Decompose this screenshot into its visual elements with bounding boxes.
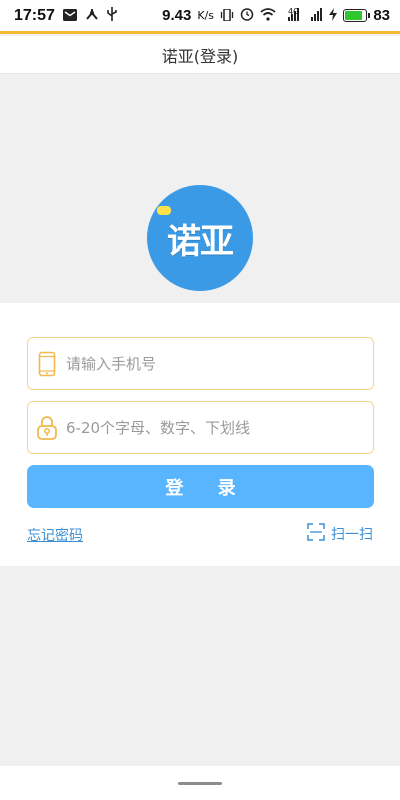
scan-label: 扫一扫 xyxy=(331,527,373,543)
login-form: 登 录 忘记密码 扫一扫 xyxy=(0,303,400,566)
app-logo: 诺亚 xyxy=(147,185,253,291)
status-right: 9.43 K/s 4G 83 xyxy=(162,7,390,25)
battery-level: 83 xyxy=(373,7,390,24)
password-input[interactable] xyxy=(66,402,356,453)
logo-badge xyxy=(157,206,171,215)
status-left: 17:57 xyxy=(14,6,117,25)
logo-area: 诺亚 xyxy=(0,75,400,303)
home-indicator[interactable] xyxy=(178,782,222,785)
page-title: 诺亚(登录) xyxy=(161,46,239,66)
share-icon xyxy=(85,7,99,25)
title-bar: 诺亚(登录) xyxy=(0,36,400,74)
signal-4g-icon-2 xyxy=(305,7,323,25)
net-speed: 9.43 xyxy=(162,7,192,24)
password-field[interactable] xyxy=(27,401,374,454)
login-button[interactable]: 登 录 xyxy=(27,465,374,508)
wifi-icon xyxy=(260,7,276,25)
usb-icon xyxy=(107,6,117,25)
status-bar: 17:57 9.43 K/s 4G 83 xyxy=(0,0,400,34)
alarm-icon xyxy=(240,7,254,25)
phone-icon xyxy=(28,338,66,389)
system-nav-bar xyxy=(0,766,400,800)
phone-input[interactable] xyxy=(66,338,356,389)
charging-icon xyxy=(329,7,338,25)
phone-field[interactable] xyxy=(27,337,374,390)
battery-icon xyxy=(343,9,371,22)
lock-icon xyxy=(28,402,66,453)
status-time: 17:57 xyxy=(14,6,55,24)
scan-icon xyxy=(307,523,325,545)
scan-button[interactable]: 扫一扫 xyxy=(307,523,373,545)
vibrate-icon xyxy=(220,7,234,25)
logo-text: 诺亚 xyxy=(167,221,234,262)
signal-label-2: 4G xyxy=(288,7,300,16)
mail-icon xyxy=(62,7,77,25)
speed-unit: K/s xyxy=(197,9,215,22)
forgot-password-link[interactable]: 忘记密码 xyxy=(27,525,83,545)
